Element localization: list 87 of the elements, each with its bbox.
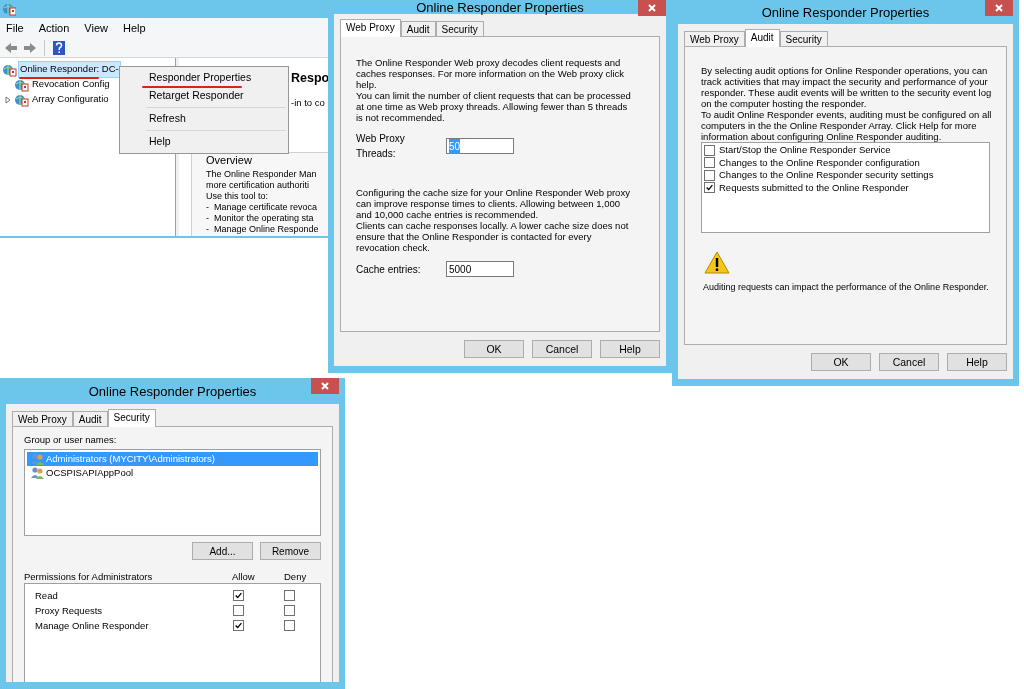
dialog-button[interactable]: Cancel: [532, 340, 592, 358]
overview-text: - Manage certificate revoca: [206, 202, 318, 213]
checkbox[interactable]: [284, 620, 295, 632]
list-item[interactable]: OCSPISAPIAppPool: [27, 466, 318, 481]
dialog-button[interactable]: Cancel: [879, 353, 939, 371]
description-text: You can limit the number of client requests that can be processed at one time as Web proxy threads. Allowing fewer than 5 threads is not recommended.: [356, 90, 632, 123]
dialog-button[interactable]: Help: [947, 353, 1007, 371]
description-text: Configuring the cache size for your Online Responder Web proxy can improve response times to clients. Allowing between 1,000 and 10,000 cache entries is recommended.: [356, 187, 631, 220]
warning-icon: [704, 251, 730, 274]
menu-item[interactable]: Help: [120, 133, 288, 151]
close-icon: [648, 4, 656, 12]
overview-text: - Monitor the operating sta: [206, 213, 314, 224]
field-label: Cache entries:: [356, 262, 422, 277]
permission-name: Read: [35, 588, 59, 603]
close-button[interactable]: [638, 0, 666, 16]
menu-item[interactable]: File: [6, 19, 24, 37]
close-icon: [321, 382, 329, 390]
permission-name: Manage Online Responder: [35, 618, 150, 633]
checkbox[interactable]: [284, 605, 295, 617]
description-text: Clients can cache responses locally. A lower cache size does not ensure that the Online Responder is contacted for every revocation check.: [356, 220, 630, 253]
dialog-button[interactable]: OK: [464, 340, 524, 358]
pane-heading: Respo: [291, 72, 330, 85]
menu-item[interactable]: View: [84, 19, 108, 37]
checkbox[interactable]: [284, 590, 295, 602]
dialog-button[interactable]: OK: [811, 353, 871, 371]
column-header: Deny: [284, 569, 307, 584]
left-arrow-icon: [4, 41, 18, 54]
menu-item[interactable]: Retarget Responder: [120, 87, 288, 105]
tab[interactable]: Web Proxy: [12, 411, 73, 426]
server-icon: [14, 92, 29, 107]
overview-text: Use this tool to:: [206, 191, 269, 202]
users-icon: [30, 466, 45, 481]
description-text: By selecting audit options for Online Responder operations, you can track activities that may impact the security and performance of your responder. These audit events will be written to the security event log on the computer hosting the responder.: [701, 65, 993, 109]
window-title: Online Responder Properties: [88, 384, 257, 398]
menu-item[interactable]: Refresh: [120, 110, 288, 128]
option-label: Requests submitted to the Online Responder: [719, 180, 909, 195]
tab[interactable]: Security: [779, 31, 828, 46]
section-label: Permissions for Administrators: [24, 569, 154, 584]
dialog-button[interactable]: Help: [600, 340, 660, 358]
dialog-button[interactable]: Remove: [260, 542, 321, 561]
overview-text: The Online Responder Man: [206, 169, 317, 180]
tab[interactable]: Audit: [744, 29, 780, 47]
menu-item[interactable]: Help: [122, 19, 146, 37]
tab[interactable]: Web Proxy: [684, 31, 745, 46]
checkbox[interactable]: [233, 605, 244, 617]
permission-name: Proxy Requests: [35, 603, 104, 618]
option-label: Changes to the Online Responder configuration: [719, 155, 920, 170]
warning-text: Auditing requests can impact the performance of the Online Responder.: [703, 281, 989, 293]
section-label: Group or user names:: [24, 433, 118, 447]
overview-text: more certification authoriti: [206, 180, 310, 191]
window-title: Online Responder Properties: [416, 0, 584, 14]
server-icon: [14, 77, 29, 92]
menu-item[interactable]: Action: [38, 19, 70, 37]
description-text: The Online Responder Web proxy decodes client requests and caches responses. For more information on the Web proxy click help.: [356, 57, 626, 90]
input-field[interactable]: 5000: [446, 261, 514, 277]
tab[interactable]: Audit: [72, 411, 108, 426]
app-icon: [2, 2, 16, 16]
tab[interactable]: Security: [435, 21, 484, 36]
checkbox[interactable]: [233, 590, 244, 602]
option-label: Start/Stop the Online Responder Service: [719, 143, 891, 158]
right-arrow-icon: [23, 41, 37, 54]
checkbox[interactable]: [704, 144, 715, 156]
field-label: Web Proxy Threads:: [356, 132, 406, 161]
description-text: To audit Online Responder events, auditing must be configured on all computers in the the Online Responder Array. Click Help for more information about configuring Online Responder auditing.: [701, 109, 993, 142]
window-title: Online Responder Properties: [761, 5, 930, 19]
users-icon: [30, 452, 45, 467]
checkbox[interactable]: [704, 157, 715, 169]
help-button[interactable]: [51, 39, 67, 56]
menu-item[interactable]: Responder Properties: [120, 69, 288, 87]
close-button[interactable]: [311, 378, 339, 394]
checkbox[interactable]: [704, 182, 715, 194]
tab[interactable]: Audit: [400, 21, 436, 36]
option-label: Changes to the Online Responder security settings: [719, 168, 934, 183]
overview-text: - Manage Online Responde: [206, 224, 319, 235]
checkbox[interactable]: [233, 620, 244, 632]
tree-item[interactable]: Online Responder: DC-: [18, 61, 121, 78]
section-title: Overview: [206, 154, 252, 167]
checkbox[interactable]: [704, 169, 715, 181]
column-header: Allow: [232, 569, 256, 584]
tab[interactable]: Web Proxy: [340, 19, 401, 37]
tree-item[interactable]: Array Configuratio: [30, 91, 111, 108]
close-icon: [995, 4, 1003, 12]
close-button[interactable]: [985, 0, 1013, 16]
dialog-button[interactable]: Add...: [192, 542, 253, 561]
tree-item[interactable]: Revocation Config: [30, 76, 112, 93]
intro-text: -in to co: [291, 98, 325, 108]
tab[interactable]: Security: [107, 409, 156, 427]
